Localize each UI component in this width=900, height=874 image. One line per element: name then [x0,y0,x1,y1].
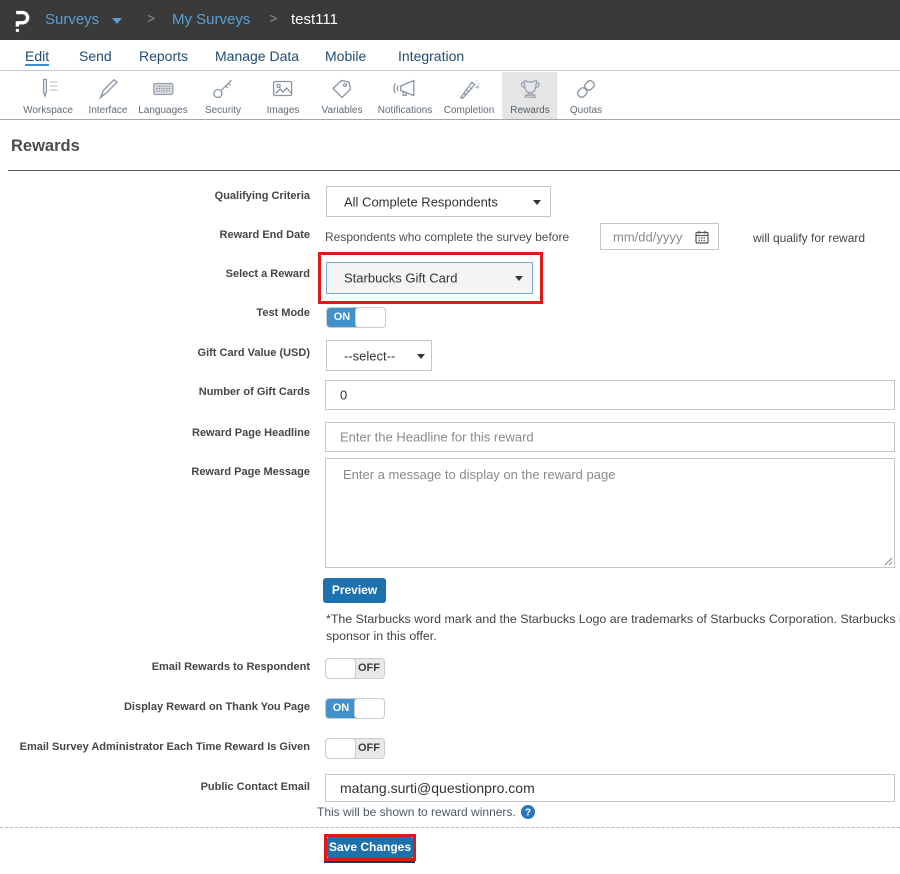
svg-text:?: ? [525,807,531,818]
